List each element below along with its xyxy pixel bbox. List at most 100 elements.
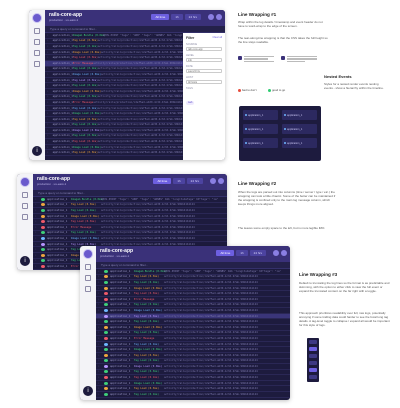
grid-icon[interactable] xyxy=(22,203,28,209)
expand-chevron-icon[interactable]: › xyxy=(98,281,102,284)
grid-icon[interactable] xyxy=(34,39,40,45)
refresh-icon[interactable] xyxy=(208,14,214,20)
expand-chevron-icon[interactable]: › xyxy=(35,231,39,234)
home-icon[interactable] xyxy=(22,192,28,198)
info-icon[interactable]: i xyxy=(20,256,30,266)
expand-chevron-icon[interactable]: › xyxy=(35,259,39,262)
expand-chevron-icon[interactable]: › xyxy=(47,140,49,143)
tab-1h[interactable]: 1h xyxy=(173,178,185,184)
grid-icon[interactable] xyxy=(85,275,91,281)
expand-chevron-icon[interactable]: › xyxy=(98,326,102,329)
expand-chevron-icon[interactable]: › xyxy=(47,146,49,149)
expand-chevron-icon[interactable]: › xyxy=(35,254,39,257)
expand-chevron-icon[interactable]: › xyxy=(98,275,102,278)
expand-chevron-icon[interactable]: › xyxy=(35,203,39,206)
logo-icon[interactable] xyxy=(20,177,30,187)
expand-chevron-icon[interactable]: › xyxy=(35,209,39,212)
expand-chevron-icon[interactable]: › xyxy=(35,265,39,268)
nested-event-item[interactable]: application_1 xyxy=(282,138,317,148)
expand-chevron-icon[interactable]: › xyxy=(98,387,102,390)
refresh-icon[interactable] xyxy=(273,250,279,256)
expand-chevron-icon[interactable]: › xyxy=(47,56,49,59)
user-icon[interactable] xyxy=(281,250,287,256)
expand-chevron-icon[interactable]: › xyxy=(47,107,49,110)
expand-chevron-icon[interactable]: › xyxy=(47,39,49,42)
nested-event-item[interactable]: application_1 xyxy=(282,124,317,134)
filter-tag-pill[interactable]: web xyxy=(186,100,195,105)
tab-all-time[interactable]: All time xyxy=(153,178,172,184)
expand-chevron-icon[interactable]: › xyxy=(47,129,49,132)
expand-chevron-icon[interactable]: › xyxy=(47,62,49,65)
tab-24h[interactable]: 24 hrs xyxy=(184,14,201,20)
expand-chevron-icon[interactable]: › xyxy=(35,237,39,240)
filter-level-select[interactable]: info xyxy=(186,58,222,62)
tab-24h[interactable]: 24 hrs xyxy=(249,250,266,256)
expand-chevron-icon[interactable]: › xyxy=(98,309,102,312)
expand-chevron-icon[interactable]: › xyxy=(47,79,49,82)
filter-source-select[interactable]: rails-core-app xyxy=(186,47,222,51)
info-icon[interactable]: i xyxy=(32,146,42,156)
expand-chevron-icon[interactable]: › xyxy=(47,34,49,37)
expand-chevron-icon[interactable]: › xyxy=(47,73,49,76)
filter-date-select[interactable]: Last 24 hrs xyxy=(186,69,222,73)
expand-chevron-icon[interactable]: › xyxy=(98,337,102,340)
search-input[interactable]: Type a query or command to filter... xyxy=(33,190,227,197)
info-icon[interactable]: i xyxy=(83,386,93,396)
expand-chevron-icon[interactable]: › xyxy=(47,84,49,87)
log-row[interactable]: ›application_1Tag Load (0.3ms)activity/r… xyxy=(45,150,183,157)
settings-icon[interactable] xyxy=(22,214,28,220)
expand-chevron-icon[interactable]: › xyxy=(98,315,102,318)
expand-chevron-icon[interactable]: › xyxy=(98,320,102,323)
expand-chevron-icon[interactable]: › xyxy=(47,112,49,115)
expand-chevron-icon[interactable]: › xyxy=(98,331,102,334)
tab-all-time[interactable]: All time xyxy=(216,250,235,256)
tab-1h[interactable]: 1h xyxy=(171,14,183,20)
expand-chevron-icon[interactable]: › xyxy=(98,348,102,351)
search-input[interactable]: Type a query or command to filter... xyxy=(45,26,225,33)
tab-all-time[interactable]: All time xyxy=(151,14,170,20)
expand-chevron-icon[interactable]: › xyxy=(35,248,39,251)
expand-chevron-icon[interactable]: › xyxy=(98,270,102,273)
settings-icon[interactable] xyxy=(34,50,40,56)
expand-chevron-icon[interactable]: › xyxy=(47,123,49,126)
expand-chevron-icon[interactable]: › xyxy=(98,382,102,385)
expand-chevron-icon[interactable]: › xyxy=(47,90,49,93)
nested-event-item[interactable]: application_1 xyxy=(243,110,278,120)
home-icon[interactable] xyxy=(85,264,91,270)
bell-icon[interactable] xyxy=(34,61,40,67)
home-icon[interactable] xyxy=(34,28,40,34)
expand-chevron-icon[interactable]: › xyxy=(98,365,102,368)
expand-chevron-icon[interactable]: › xyxy=(47,118,49,121)
expand-chevron-icon[interactable]: › xyxy=(35,220,39,223)
logo-icon[interactable] xyxy=(32,13,42,23)
user-icon[interactable] xyxy=(216,14,222,20)
expand-chevron-icon[interactable]: › xyxy=(47,101,49,104)
expand-chevron-icon[interactable]: › xyxy=(98,354,102,357)
expand-chevron-icon[interactable]: › xyxy=(98,370,102,373)
expand-chevron-icon[interactable]: › xyxy=(35,198,39,201)
clear-filters-button[interactable]: Clear all xyxy=(212,36,222,40)
expand-chevron-icon[interactable]: › xyxy=(47,151,49,154)
expand-chevron-icon[interactable]: › xyxy=(98,303,102,306)
expand-chevron-icon[interactable]: › xyxy=(47,95,49,98)
expand-chevron-icon[interactable]: › xyxy=(98,343,102,346)
expand-chevron-icon[interactable]: › xyxy=(98,287,102,290)
log-row[interactable]: › application_1Tag Load (0.1ms) activity/r… xyxy=(96,392,290,398)
expand-chevron-icon[interactable]: › xyxy=(47,67,49,70)
expand-chevron-icon[interactable]: › xyxy=(47,45,49,48)
expand-chevron-icon[interactable]: › xyxy=(35,215,39,218)
expand-chevron-icon[interactable]: › xyxy=(35,243,39,246)
logo-icon[interactable] xyxy=(83,249,93,259)
tab-24h[interactable]: 24 hrs xyxy=(186,178,203,184)
nested-event-item[interactable]: application_1 xyxy=(282,110,317,120)
settings-icon[interactable] xyxy=(85,286,91,292)
expand-chevron-icon[interactable]: › xyxy=(98,292,102,295)
expand-chevron-icon[interactable]: › xyxy=(47,51,49,54)
expand-chevron-icon[interactable]: › xyxy=(35,226,39,229)
expand-chevron-icon[interactable]: › xyxy=(98,298,102,301)
expand-chevron-icon[interactable]: › xyxy=(98,359,102,362)
search-input[interactable]: Type a query or command to filter... xyxy=(96,262,290,269)
expand-chevron-icon[interactable]: › xyxy=(98,393,102,396)
expand-chevron-icon[interactable]: › xyxy=(47,134,49,137)
tab-1h[interactable]: 1h xyxy=(236,250,248,256)
